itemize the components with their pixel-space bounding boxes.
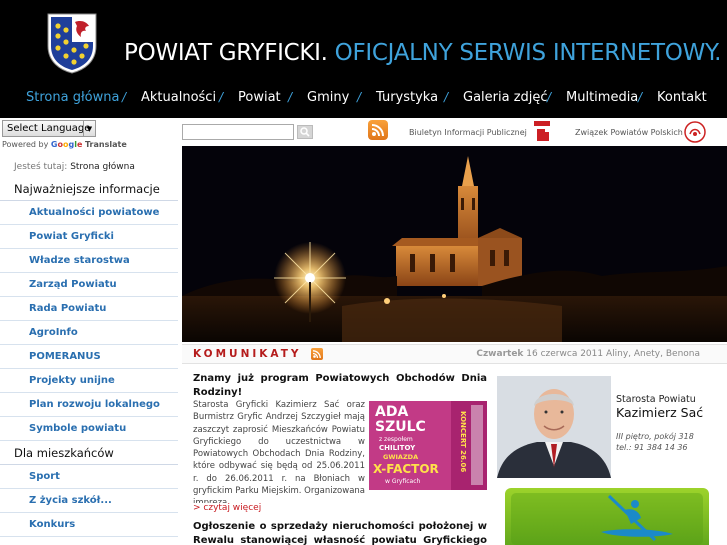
hero-image	[182, 146, 727, 342]
sidebar-section-title: Najważniejsze informacje	[0, 177, 178, 201]
sidebar-item[interactable]: Z życia szkół...	[0, 489, 178, 513]
poster-line1: ADA	[375, 404, 408, 420]
namedays: Aliny, Anety, Benona	[605, 349, 700, 359]
bip-link[interactable]: Biuletyn Informacji Publicznej	[409, 122, 527, 142]
starosta-role: Starosta Powiatu	[616, 394, 696, 405]
nav-separator: /	[219, 90, 224, 104]
sidebar-item[interactable]: Symbole powiatu	[0, 417, 178, 441]
starosta-phone: tel.: 91 384 14 36	[616, 443, 688, 452]
powered-by-google[interactable]: Powered by Google Translate	[2, 140, 127, 149]
translate-label: Translate	[84, 140, 127, 149]
powered-by-label: Powered by	[2, 140, 49, 149]
article-excerpt: Starosta Gryficki Kazimierz Sać oraz Bur…	[193, 400, 365, 503]
promo-banner[interactable]	[505, 488, 709, 545]
site-header: POWIAT GRYFICKI. OFICJALNY SERWIS INTERN…	[0, 0, 727, 118]
coat-of-arms-logo[interactable]	[46, 12, 98, 74]
sidebar-item[interactable]: Powiat Gryficki	[0, 225, 178, 249]
article-title[interactable]: Ogłoszenie o sprzedaży nieruchomości poł…	[193, 520, 487, 545]
date-value: 16 czerwca 2011	[526, 349, 604, 359]
sidebar-item[interactable]: POMERANUS	[0, 345, 178, 369]
sidebar-item[interactable]: Zarząd Powiatu	[0, 273, 178, 297]
portrait-image	[497, 376, 611, 478]
sidebar-item[interactable]: AgroInfo	[0, 321, 178, 345]
date-line: Czwartek 16 czerwca 2011 Aliny, Anety, B…	[476, 349, 700, 359]
article-title[interactable]: Znamy już program Powiatowych Obchodów D…	[193, 372, 487, 400]
sidebar: Select Language ▼ Powered by Google Tran…	[0, 118, 180, 545]
poster-line5: GWIAZDA	[383, 453, 418, 461]
starosta-photo[interactable]	[497, 376, 611, 478]
nav-item-turystyka[interactable]: Turystyka	[376, 90, 438, 105]
nav-item-aktualności[interactable]: Aktualności	[141, 90, 216, 105]
zpp-link[interactable]: Związek Powiatów Polskich	[575, 122, 683, 142]
nav-item-gminy[interactable]: Gminy	[307, 90, 349, 105]
date-day: Czwartek	[476, 349, 524, 359]
nav-separator: /	[357, 90, 362, 104]
sidebar-item[interactable]: Sport	[0, 465, 178, 489]
concert-poster: ADA SZULC z zespołem CHILITOY GWIAZDA X-…	[369, 401, 487, 490]
kayak-icon	[511, 493, 703, 545]
sidebar-item[interactable]: Aktualności powiatowe	[0, 201, 178, 225]
news-section-title: KOMUNIKATY	[193, 348, 302, 360]
google-logo: Google	[50, 140, 83, 149]
main-nav: Strona główna / Aktualności / Powiat / Gminy / T…	[0, 84, 727, 110]
nav-separator: /	[122, 90, 127, 104]
language-select-label: Select Language	[7, 123, 91, 134]
language-select[interactable]: Select Language ▼	[2, 120, 96, 137]
site-title-sub: OFICJALNY SERWIS INTERNETOWY.	[334, 40, 722, 66]
nav-separator: /	[638, 90, 643, 104]
search-icon	[300, 127, 310, 137]
poster-line2: SZULC	[375, 419, 426, 435]
sidebar-item[interactable]: Władze starostwa	[0, 249, 178, 273]
nav-separator: /	[547, 90, 552, 104]
poster-line6: X-FACTOR	[373, 462, 439, 476]
sidebar-item[interactable]: Konkurs	[0, 513, 178, 537]
starosta-name: Kazimierz Sać	[616, 405, 704, 420]
zpp-logo-icon[interactable]	[684, 121, 706, 143]
poster-side: KONCERT 26.06	[459, 411, 467, 472]
church-night-photo	[182, 146, 727, 342]
sidebar-section-title: Dla mieszkańców	[0, 441, 178, 465]
poster-line3: z zespołem	[379, 436, 413, 443]
nav-item-kontakt[interactable]: Kontakt	[657, 90, 707, 105]
nav-item-multimedia[interactable]: Multimedia	[566, 90, 638, 105]
article-thumbnail[interactable]: ADA SZULC z zespołem CHILITOY GWIAZDA X-…	[369, 401, 487, 490]
nav-separator: /	[288, 90, 293, 104]
poster-line7: w Gryficach	[385, 478, 421, 485]
breadcrumb-current[interactable]: Strona główna	[70, 162, 135, 172]
search-button[interactable]	[297, 125, 313, 139]
sidebar-item[interactable]: Rada Powiatu	[0, 297, 178, 321]
bip-logo-icon[interactable]	[533, 120, 551, 142]
read-more-link[interactable]: > czytaj więcej	[193, 503, 261, 513]
sidebar-item[interactable]: Plan rozwoju lokalnego	[0, 393, 178, 417]
search-input[interactable]	[182, 124, 294, 140]
nav-item-strona-główna[interactable]: Strona główna	[26, 90, 119, 105]
news-rss-icon[interactable]	[311, 348, 323, 360]
poster-line4: CHILITOY	[379, 444, 416, 452]
chevron-down-icon[interactable]: ▼	[83, 121, 95, 136]
sidebar-item[interactable]: Projekty unijne	[0, 369, 178, 393]
google-translate-widget: Select Language ▼ Powered by Google Tran…	[2, 120, 127, 149]
news-header-bar: KOMUNIKATY Czwartek 16 czerwca 2011 Alin…	[182, 344, 727, 364]
breadcrumb: Jesteś tutaj: Strona główna	[14, 162, 135, 172]
site-title: POWIAT GRYFICKI. OFICJALNY SERWIS INTERN…	[124, 40, 721, 66]
site-title-main: POWIAT GRYFICKI.	[124, 40, 328, 66]
starosta-room: III piętro, pokój 318	[616, 432, 694, 441]
nav-item-galeria-zdjęć[interactable]: Galeria zdjęć	[463, 90, 548, 105]
rss-icon[interactable]	[368, 120, 388, 140]
nav-item-powiat[interactable]: Powiat	[238, 90, 281, 105]
breadcrumb-prefix: Jesteś tutaj:	[14, 162, 68, 172]
nav-separator: /	[444, 90, 449, 104]
